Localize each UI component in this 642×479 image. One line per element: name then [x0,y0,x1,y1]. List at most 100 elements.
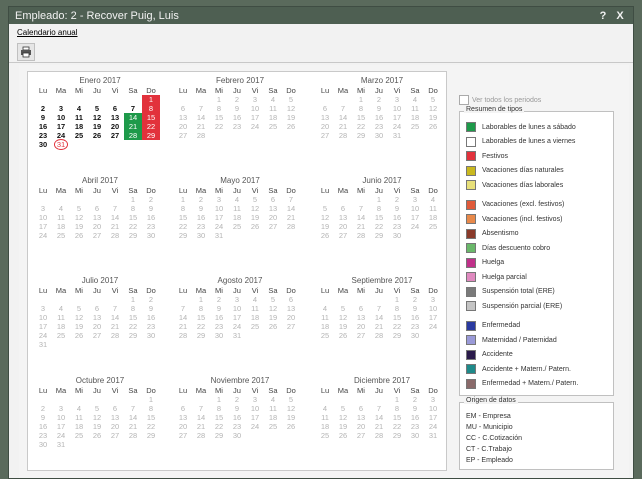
day-cell[interactable]: 7 [370,404,388,413]
day-cell[interactable]: 20 [334,222,352,231]
day-cell[interactable]: 13 [264,204,282,213]
day-cell[interactable]: 1 [192,295,210,304]
day-cell[interactable]: 8 [370,204,388,213]
day-cell[interactable]: 7 [174,304,192,313]
day-cell[interactable]: 2 [34,104,52,113]
day-cell[interactable]: 8 [142,404,160,413]
day-cell[interactable]: 3 [424,395,442,404]
day-cell[interactable]: 10 [34,313,52,322]
day-cell[interactable]: 22 [388,322,406,331]
day-cell[interactable]: 10 [210,204,228,213]
day-cell[interactable]: 21 [370,322,388,331]
day-cell[interactable]: 25 [424,222,442,231]
day-cell[interactable]: 17 [246,113,264,122]
day-cell[interactable]: 21 [370,422,388,431]
day-cell[interactable]: 22 [174,222,192,231]
day-cell[interactable]: 27 [264,222,282,231]
day-cell[interactable]: 9 [388,204,406,213]
day-cell[interactable]: 1 [210,395,228,404]
day-cell[interactable]: 21 [192,422,210,431]
day-cell[interactable]: 14 [370,413,388,422]
day-cell[interactable]: 1 [388,395,406,404]
day-cell[interactable]: 3 [424,295,442,304]
day-cell[interactable]: 23 [142,222,160,231]
day-cell[interactable]: 15 [142,413,160,422]
day-cell[interactable]: 28 [370,431,388,440]
day-cell[interactable]: 23 [210,322,228,331]
day-cell[interactable]: 21 [174,322,192,331]
day-cell[interactable]: 26 [88,431,106,440]
day-cell[interactable]: 27 [88,231,106,240]
day-cell[interactable]: 28 [192,431,210,440]
day-cell[interactable]: 5 [424,95,442,104]
day-cell[interactable]: 22 [124,222,142,231]
day-cell[interactable]: 16 [34,422,52,431]
day-cell[interactable]: 17 [52,122,70,131]
day-cell[interactable]: 13 [106,413,124,422]
day-cell[interactable]: 28 [124,131,142,140]
day-cell[interactable]: 7 [370,304,388,313]
day-cell[interactable]: 6 [282,295,300,304]
day-cell[interactable]: 13 [88,313,106,322]
day-cell[interactable]: 30 [388,231,406,240]
day-cell[interactable]: 18 [52,322,70,331]
day-cell[interactable]: 1 [210,95,228,104]
day-cell[interactable]: 25 [70,131,88,140]
day-cell[interactable]: 2 [370,95,388,104]
day-cell[interactable]: 22 [124,322,142,331]
day-cell[interactable]: 10 [424,404,442,413]
menu-calendario-anual[interactable]: Calendario anual [17,28,78,37]
day-cell[interactable]: 31 [424,431,442,440]
day-cell[interactable]: 25 [316,331,334,340]
day-cell[interactable]: 7 [106,204,124,213]
day-cell[interactable]: 30 [34,440,52,449]
day-cell[interactable]: 29 [210,431,228,440]
day-cell[interactable]: 15 [370,213,388,222]
day-cell[interactable]: 20 [316,122,334,131]
day-cell[interactable]: 6 [352,304,370,313]
day-cell[interactable]: 4 [264,395,282,404]
day-cell[interactable]: 13 [106,113,124,122]
day-cell[interactable]: 16 [34,122,52,131]
day-cell[interactable]: 27 [316,131,334,140]
day-cell[interactable]: 22 [142,422,160,431]
day-cell[interactable]: 1 [370,195,388,204]
day-cell[interactable]: 31 [228,331,246,340]
day-cell[interactable]: 17 [406,213,424,222]
day-cell[interactable]: 29 [192,331,210,340]
day-cell[interactable]: 15 [142,113,160,122]
day-cell[interactable]: 9 [228,104,246,113]
day-cell[interactable]: 11 [52,213,70,222]
day-cell[interactable]: 29 [370,231,388,240]
day-cell[interactable]: 23 [406,422,424,431]
day-cell[interactable]: 26 [316,231,334,240]
day-cell[interactable]: 20 [352,322,370,331]
day-cell[interactable]: 2 [228,395,246,404]
day-cell[interactable]: 4 [424,195,442,204]
day-cell[interactable]: 20 [264,213,282,222]
day-cell[interactable]: 30 [406,431,424,440]
day-cell[interactable]: 1 [142,395,160,404]
day-cell[interactable]: 11 [70,113,88,122]
day-cell[interactable]: 19 [88,122,106,131]
day-cell[interactable]: 9 [142,304,160,313]
day-cell[interactable]: 19 [334,322,352,331]
day-cell[interactable]: 3 [246,95,264,104]
day-cell[interactable]: 14 [174,313,192,322]
day-cell[interactable]: 24 [406,222,424,231]
day-cell[interactable]: 15 [124,213,142,222]
day-cell[interactable]: 26 [282,122,300,131]
day-cell[interactable]: 8 [142,104,160,113]
day-cell[interactable]: 5 [88,104,106,113]
day-cell[interactable]: 17 [424,413,442,422]
day-cell[interactable]: 27 [106,131,124,140]
day-cell[interactable]: 26 [70,231,88,240]
day-cell[interactable]: 14 [124,113,142,122]
day-cell[interactable]: 19 [282,113,300,122]
day-cell[interactable]: 1 [388,295,406,304]
day-cell[interactable]: 6 [174,104,192,113]
day-cell[interactable]: 19 [424,113,442,122]
day-cell[interactable]: 26 [246,222,264,231]
day-cell[interactable]: 22 [388,422,406,431]
day-cell[interactable]: 23 [192,222,210,231]
